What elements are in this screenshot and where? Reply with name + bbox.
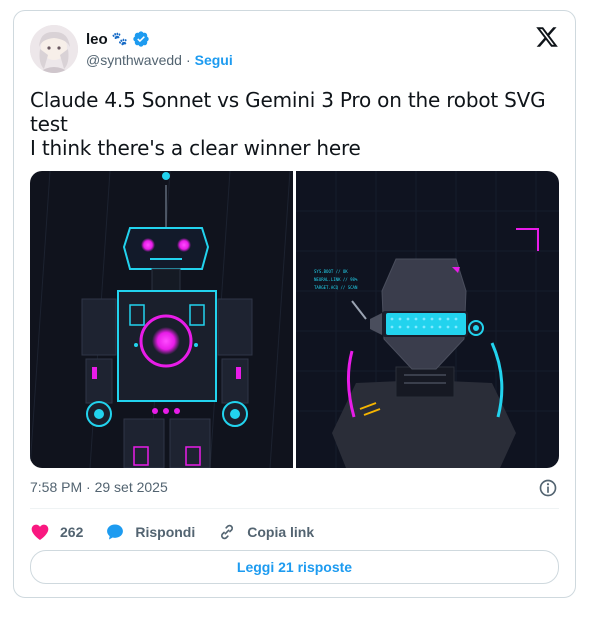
author-name-row: leo 🐾 — [86, 30, 150, 48]
copy-link-button[interactable]: Copia link — [217, 522, 314, 542]
read-replies-button[interactable]: Leggi 21 risposte — [30, 550, 559, 584]
author-name[interactable]: leo — [86, 31, 108, 48]
tweet-text-line2: I think there's a clear winner here — [30, 136, 361, 160]
reply-button[interactable]: Rispondi — [105, 522, 195, 542]
verified-badge-icon — [133, 31, 149, 47]
media-grid[interactable]: SYS.BOOT // OK NEURAL.LINK // 98% TARGET… — [30, 171, 559, 468]
tweet-timestamp[interactable]: 7:58 PM · 29 set 2025 — [30, 479, 168, 495]
info-icon[interactable] — [538, 478, 558, 498]
reply-bubble-icon — [107, 524, 124, 540]
tweet-card: leo 🐾 @synthwavedd · Segui Claude 4.5 So… — [13, 10, 576, 598]
heart-icon — [31, 524, 49, 540]
x-logo-icon[interactable] — [535, 25, 559, 49]
gemini-robot-image: SYS.BOOT // OK NEURAL.LINK // 98% TARGET… — [295, 171, 559, 468]
divider — [30, 508, 559, 509]
link-icon — [221, 524, 234, 540]
follow-button[interactable]: Segui — [195, 52, 233, 68]
author-handle[interactable]: @synthwavedd — [86, 52, 182, 68]
readout-line-1: SYS.BOOT // OK — [314, 269, 348, 274]
avatar[interactable] — [30, 25, 78, 73]
media-left-robot[interactable] — [30, 171, 294, 468]
action-bar: 262 Rispondi Copia link — [30, 516, 336, 548]
claude-robot-image — [30, 171, 293, 468]
separator-dot: · — [185, 52, 191, 68]
readout-line-2: NEURAL.LINK // 98% — [314, 277, 358, 282]
paw-emoji: 🐾 — [111, 31, 128, 46]
tweet-text-line1: Claude 4.5 Sonnet vs Gemini 3 Pro on the… — [30, 88, 546, 136]
media-right-robot[interactable]: SYS.BOOT // OK NEURAL.LINK // 98% TARGET… — [295, 171, 560, 468]
like-count: 262 — [60, 524, 84, 540]
readout-line-3: TARGET.ACQ // SCAN — [314, 285, 358, 290]
like-button[interactable]: 262 — [30, 522, 83, 542]
avatar-image — [30, 25, 78, 73]
reply-label: Rispondi — [135, 524, 196, 540]
copy-link-label: Copia link — [247, 524, 315, 540]
handle-row: @synthwavedd · Segui — [86, 52, 233, 68]
